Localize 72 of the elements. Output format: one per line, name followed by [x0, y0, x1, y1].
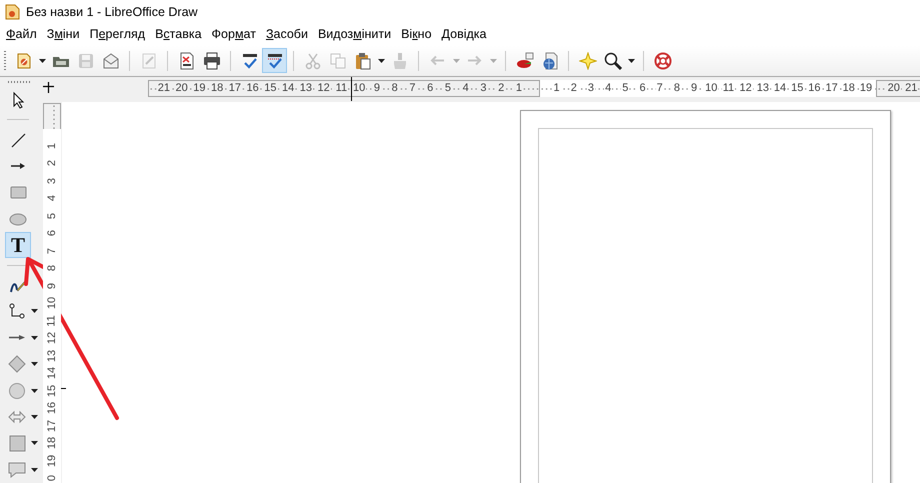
caret-icon	[31, 414, 38, 419]
ruler-number: 5	[46, 212, 58, 219]
tab-stop-icon[interactable]	[42, 81, 55, 94]
clipboard-icon	[354, 52, 372, 70]
ruler-number: 2	[46, 160, 58, 166]
spellcheck-icon	[240, 52, 258, 70]
ruler-number: 0	[46, 475, 58, 482]
ruler-number: 13	[46, 350, 58, 362]
circle-icon	[8, 382, 26, 400]
text-button[interactable]: T	[5, 232, 31, 258]
caret-icon	[628, 58, 634, 62]
globe-icon	[540, 52, 558, 70]
cursor-marker	[351, 77, 352, 101]
menu-item[interactable]: Довідка	[436, 25, 492, 43]
ruler-number: 18	[46, 437, 58, 450]
ruler-number: 14	[46, 367, 58, 380]
menu-item[interactable]: Вікно	[396, 25, 437, 43]
connector-icon	[8, 302, 26, 320]
printer-icon	[202, 52, 220, 70]
ruler-number: 1	[46, 142, 58, 149]
spellcheck-icon	[266, 52, 284, 70]
ruler-number: 12	[46, 332, 58, 344]
caret-icon	[490, 58, 496, 62]
ruler-number: 8	[46, 265, 58, 272]
caret-icon	[38, 58, 46, 62]
menu-item[interactable]: Засоби	[260, 25, 313, 43]
caret-icon	[31, 388, 38, 393]
caret-icon	[378, 58, 384, 62]
scissors-icon	[304, 52, 322, 70]
ruler-number: 16	[46, 402, 58, 414]
ruler-number: 3	[46, 178, 58, 184]
ruler-number: 9	[46, 282, 58, 289]
menu-item[interactable]: Зміни	[42, 25, 85, 43]
caret-icon	[452, 58, 460, 62]
copy-icon	[328, 52, 346, 70]
ruler-number: 17	[46, 420, 58, 432]
menu-item[interactable]: Перегляд	[84, 25, 150, 43]
lifebuoy-icon	[654, 52, 672, 70]
arrow-icon	[11, 163, 25, 170]
app-icon	[4, 4, 20, 20]
menu-item[interactable]: Видозмінити	[312, 25, 396, 43]
arrow-icon	[9, 335, 25, 340]
menu-item[interactable]: Вставка	[150, 25, 207, 43]
search-icon	[604, 52, 622, 70]
caret-icon	[31, 468, 38, 472]
menu-item[interactable]: Файл	[1, 25, 42, 43]
ruler-number: 10	[46, 297, 58, 310]
ruler-number: 6	[46, 230, 58, 236]
window-title: Без назви 1 - LibreOffice Draw	[26, 4, 198, 18]
pdf-icon	[178, 52, 196, 70]
sparkle-icon	[578, 52, 596, 70]
pie-chart-icon	[516, 52, 534, 70]
document-icon	[14, 52, 32, 70]
caret-icon	[31, 441, 38, 446]
line-icon	[9, 130, 27, 149]
undo-icon	[430, 55, 445, 66]
pencil-icon	[140, 52, 158, 70]
ruler-number: 19	[46, 454, 58, 467]
ruler-number: 15	[46, 384, 58, 397]
auto-spellcheck-button[interactable]	[262, 48, 287, 73]
ruler-margin-area	[43, 103, 61, 129]
envelope-icon	[102, 52, 120, 70]
caret-icon	[31, 336, 38, 340]
redo-icon	[467, 55, 482, 66]
ruler-number: 4	[46, 195, 58, 202]
diamond-icon	[8, 355, 26, 374]
square-icon	[8, 434, 26, 452]
ruler-number: 7	[46, 248, 58, 254]
caret-icon	[31, 309, 38, 314]
caret-icon	[31, 362, 38, 366]
speech-bubble-icon	[8, 460, 26, 479]
menu-item[interactable]: Формат	[206, 25, 261, 43]
